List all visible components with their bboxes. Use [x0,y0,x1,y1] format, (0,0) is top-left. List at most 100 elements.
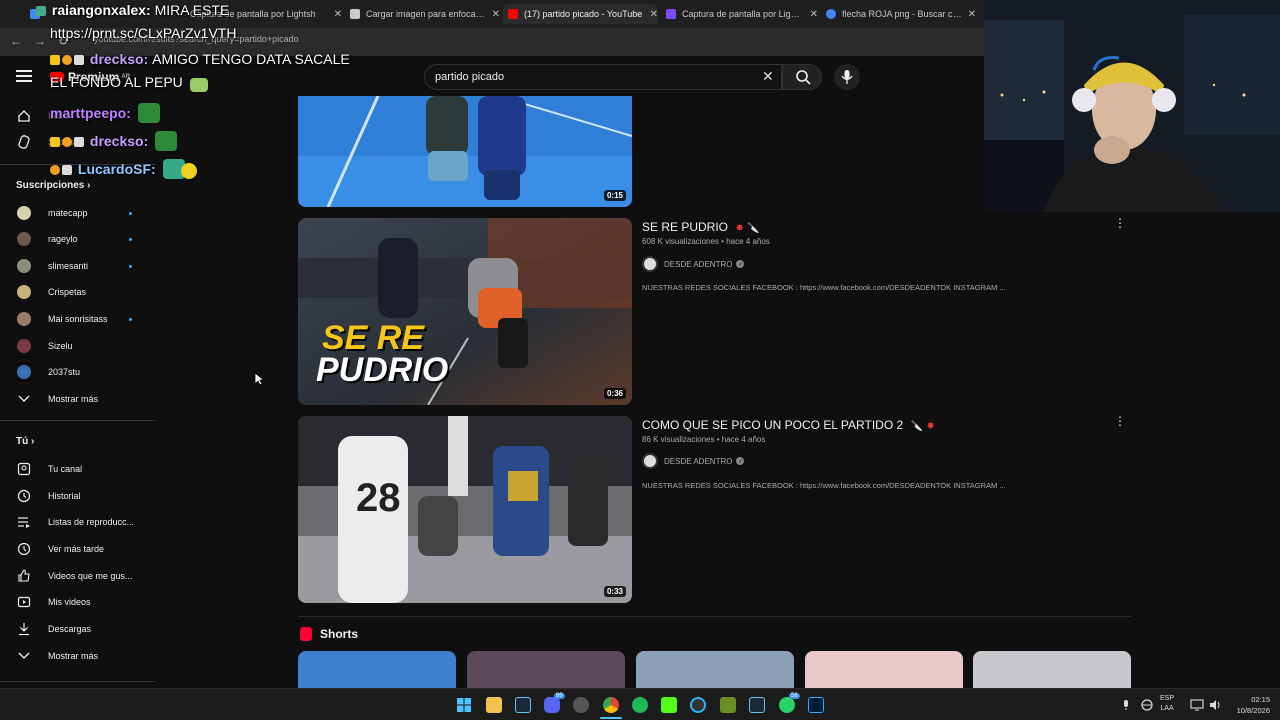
thumbnail-image [298,416,632,603]
sidebar-show-more[interactable]: Mostrar más [0,387,155,411]
short-thumbnail[interactable] [973,651,1131,688]
video-duration: 0:33 [603,586,626,597]
input-language[interactable]: ESP LAA [1160,694,1174,714]
collision-emoji-icon: ✸ [926,421,935,432]
video-title[interactable]: SE RE PUDRIO ✸ 🔪 [642,220,760,234]
knife-emoji-icon: 🔪 [910,421,923,432]
whatsapp-icon[interactable] [779,697,795,713]
sidebar-item-label: Sizelu [48,341,73,351]
file-explorer-icon[interactable] [486,697,502,713]
video-description: NUESTRAS REDES SOCIALES FACEBOOK : https… [642,283,1006,292]
kick-icon[interactable] [661,697,677,713]
sidebar-item-playlists[interactable]: Listas de reproducc... [0,510,155,534]
steam-icon[interactable] [515,697,531,713]
webcam-image [984,0,1280,212]
my-videos-icon [17,595,31,609]
obs-icon[interactable] [573,697,589,713]
close-icon[interactable]: ✕ [968,9,976,20]
app-icon[interactable] [690,697,706,713]
steam-icon[interactable] [749,697,765,713]
browser-tab-active[interactable]: (17) partido picado - YouTube ✕ [503,4,658,24]
sidebar-item-my-videos[interactable]: Mis videos [0,590,155,614]
short-thumbnail[interactable] [805,651,963,688]
sidebar-item-subscription[interactable]: slimesanti [0,254,155,278]
chat-message: LucardoSF: [50,159,197,179]
volume-icon[interactable] [1208,698,1222,712]
more-options-icon[interactable]: ⋮ [1114,216,1126,230]
browser-tab[interactable]: Captura de pantalla por Lightsh ✕ [666,4,818,24]
discord-icon[interactable] [544,697,560,713]
search-button[interactable] [782,64,822,90]
sidebar-item-subscription[interactable]: Sizelu [0,334,155,358]
short-thumbnail[interactable] [636,651,794,688]
video-thumbnail[interactable]: 0:15 [298,96,632,207]
hamburger-menu-icon[interactable] [16,70,32,82]
minecraft-icon[interactable] [720,697,736,713]
sidebar-item-downloads[interactable]: Descargas [0,617,155,641]
chevron-right-icon: › [31,436,35,447]
video-channel[interactable]: DESDE ADENTRO ✓ [642,256,745,272]
chrome-icon[interactable] [603,697,619,713]
sidebar-item-liked-videos[interactable]: Videos que me gus... [0,564,155,588]
notification-badge: 56 [789,693,800,699]
browser-tab[interactable]: flecha ROJA png - Buscar con G ✕ [826,4,976,24]
jersey-number: 28 [356,476,401,520]
watch-later-icon [17,542,31,556]
windows-start-icon[interactable] [456,697,472,713]
sidebar-item-label: Mostrar más [48,394,99,404]
new-content-dot [129,238,132,241]
sidebar-item-subscription[interactable]: rageylo [0,227,155,251]
close-icon[interactable]: ✕ [650,9,658,20]
close-icon[interactable]: ✕ [334,9,342,20]
search-input[interactable] [425,65,745,89]
you-heading[interactable]: Tú › [16,436,34,447]
video-metadata: 86 K visualizaciones • hace 4 años [642,435,766,444]
channel-avatar [642,453,658,469]
video-thumbnail[interactable]: 28 0:33 [298,416,632,603]
video-title[interactable]: COMO QUE SE PICO UN POCO EL PARTIDO 2 🔪 … [642,418,935,432]
chat-badge-icon [74,137,84,147]
video-channel[interactable]: DESDE ADENTRO ✓ [642,453,745,469]
spotify-icon[interactable] [632,697,648,713]
avatar [17,232,31,246]
voice-search-button[interactable] [834,64,860,90]
sidebar-item-subscription[interactable]: Mai sonrisitass [0,307,155,331]
search-icon [796,70,811,85]
short-thumbnail[interactable] [467,651,625,688]
sidebar-item-history[interactable]: Historial [0,484,155,508]
webcam-overlay [984,0,1280,212]
sidebar-item-label: slimesanti [48,261,89,271]
tab-label: Cargar imagen para enfocarla y [366,9,486,19]
sidebar-item-subscription[interactable]: Crispetas [0,280,155,304]
system-clock[interactable]: 02:15 10/8/2026 [1226,694,1270,716]
subscriptions-heading[interactable]: Suscripciones › [16,180,90,191]
sidebar-item-your-channel[interactable]: Tu canal [0,457,155,481]
sidebar-item-subscription[interactable]: matecapp [0,201,155,225]
sidebar-item-label: Listas de reproducc... [48,517,135,527]
emoji-badge-icon [62,55,72,65]
photoshop-icon[interactable] [808,697,824,713]
short-thumbnail[interactable] [298,651,456,688]
sidebar-item-label: Tu canal [48,464,83,474]
forward-arrow-icon[interactable]: → [34,34,46,48]
clear-search-icon[interactable]: ✕ [762,68,774,85]
close-icon[interactable]: ✕ [492,9,500,20]
chat-emote-icon [189,78,208,92]
display-icon[interactable] [1190,698,1204,712]
microphone-icon [841,70,853,84]
sidebar-item-subscription[interactable]: 2037stu [0,360,155,384]
avatar [17,365,31,379]
browser-tab[interactable]: Cargar imagen para enfocarla y ✕ [350,4,500,24]
back-arrow-icon[interactable]: ← [10,34,22,48]
channel-icon [17,462,31,476]
sidebar-item-watch-later[interactable]: Ver más tarde [0,537,155,561]
crown-badge-icon [50,55,60,65]
shorts-icon [17,135,31,149]
close-icon[interactable]: ✕ [810,9,818,20]
video-thumbnail[interactable]: SE RE PUDRIO 0:36 [298,218,632,405]
more-options-icon[interactable]: ⋮ [1114,414,1126,428]
avatar [17,312,31,326]
microphone-icon[interactable] [1121,699,1131,711]
sidebar-show-more[interactable]: Mostrar más [0,644,155,668]
network-icon[interactable] [1140,698,1154,712]
